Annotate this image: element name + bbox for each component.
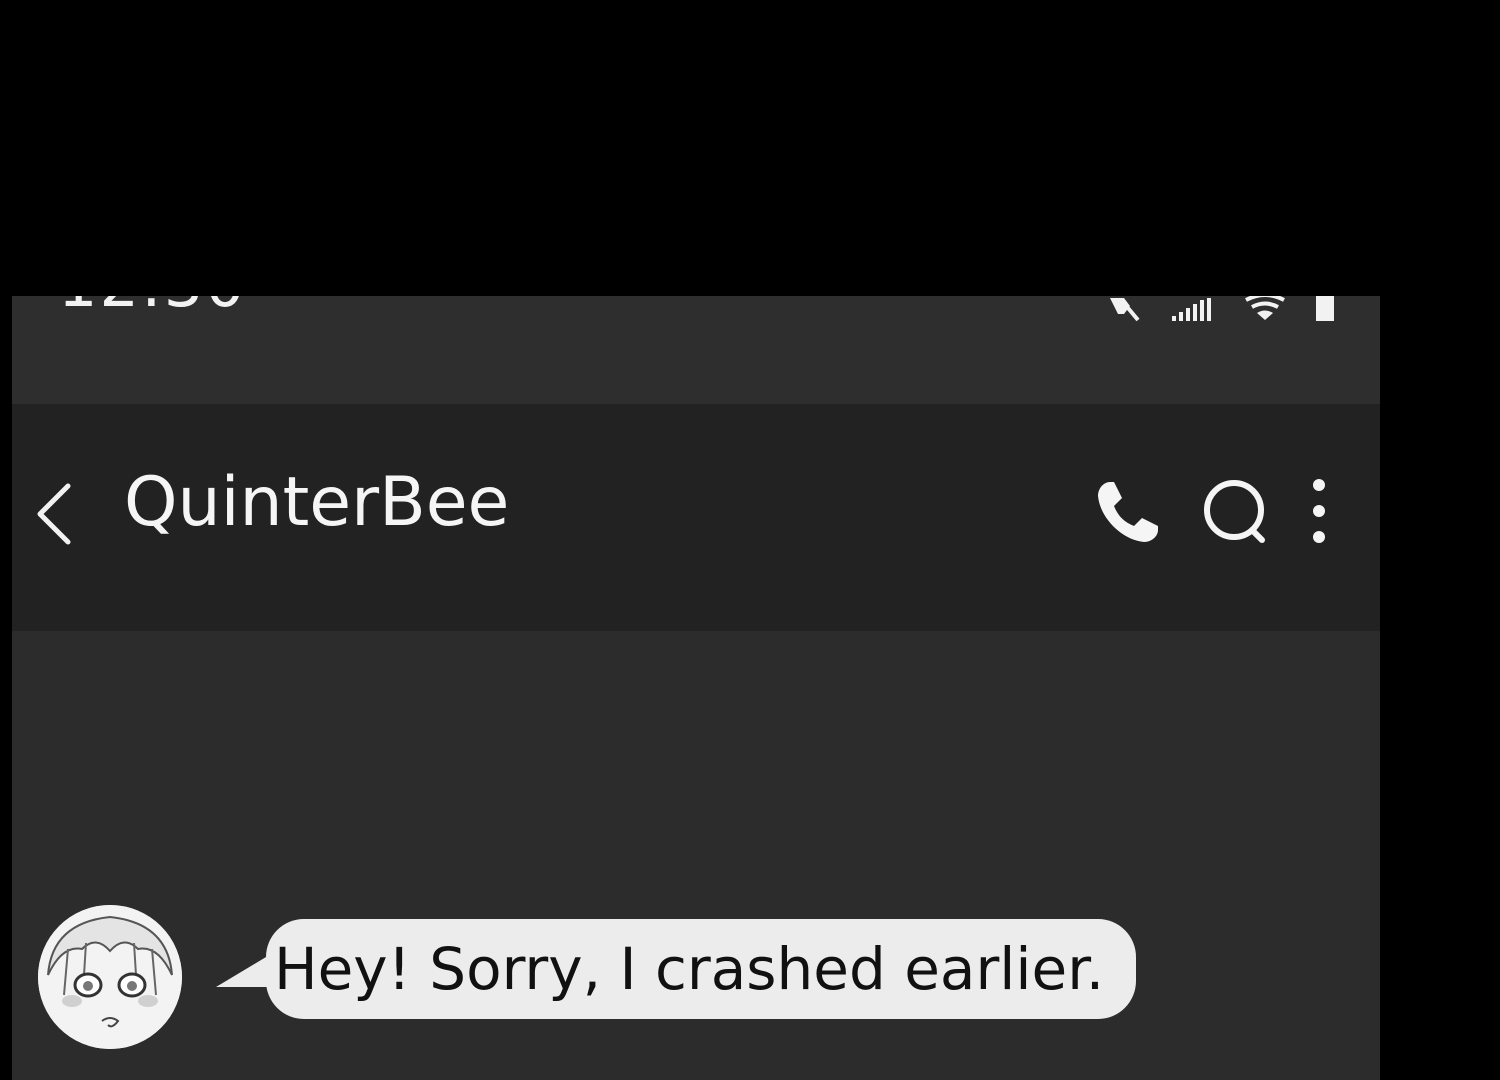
back-button[interactable] <box>30 474 82 554</box>
header-actions <box>1096 466 1330 556</box>
phone-icon <box>1098 482 1158 542</box>
chevron-left-icon <box>37 483 71 545</box>
status-time: 12:30 <box>58 296 247 316</box>
search-button[interactable] <box>1202 478 1268 544</box>
chat-area[interactable]: Hey! Sorry, I crashed earlier. <box>12 631 1380 1080</box>
call-button[interactable] <box>1096 478 1162 544</box>
status-bar: 12:30 <box>12 296 1380 404</box>
avatar-illustration <box>38 905 182 1049</box>
contact-name: QuinterBee <box>124 463 510 542</box>
chat-header: QuinterBee <box>12 404 1380 631</box>
message-text: Hey! Sorry, I crashed earlier. <box>274 935 1105 1003</box>
signal-icon <box>1170 296 1216 326</box>
search-icon <box>1204 480 1265 543</box>
phone-screen: 12:30 <box>12 296 1380 1080</box>
mute-icon <box>1104 296 1144 326</box>
more-button[interactable] <box>1308 478 1330 544</box>
more-vert-icon <box>1313 479 1325 543</box>
battery-icon <box>1314 296 1336 326</box>
avatar[interactable] <box>38 905 182 1049</box>
status-icons <box>1104 296 1336 322</box>
wifi-icon <box>1242 296 1288 326</box>
message-bubble[interactable]: Hey! Sorry, I crashed earlier. <box>266 919 1137 1019</box>
